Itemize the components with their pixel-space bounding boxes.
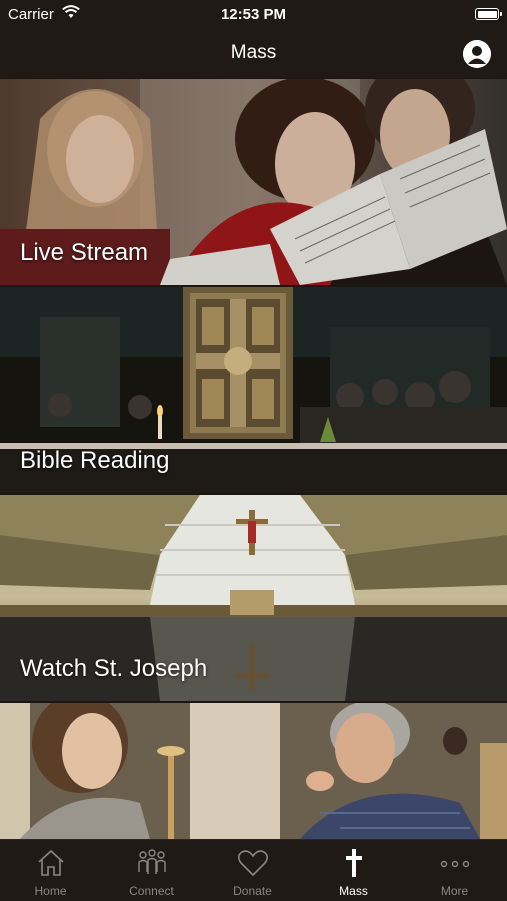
- heart-icon: [237, 850, 269, 877]
- clock: 12:53 PM: [220, 6, 287, 23]
- tab-donate[interactable]: Donate: [202, 840, 303, 901]
- tile-label: Watch St. Joseph: [20, 655, 208, 682]
- tile-live-stream[interactable]: Live Stream: [0, 79, 507, 285]
- profile-button[interactable]: [463, 40, 491, 68]
- nav-bar: Mass: [0, 30, 507, 78]
- tab-label: More: [440, 884, 469, 898]
- tile-communion[interactable]: [0, 703, 507, 839]
- tab-label: Connect: [129, 884, 174, 898]
- tab-label: Home: [34, 884, 67, 898]
- cross-icon: [346, 849, 362, 877]
- tab-more[interactable]: More: [404, 840, 505, 901]
- tile-watch-st-joseph[interactable]: Watch St. Joseph: [0, 495, 507, 701]
- battery-icon: [475, 8, 502, 20]
- status-bar: Carrier 12:53 PM: [0, 0, 507, 30]
- people-icon: [138, 849, 166, 874]
- tab-home[interactable]: Home: [0, 840, 101, 901]
- home-icon: [38, 849, 64, 876]
- tile-label: Live Stream: [20, 239, 149, 266]
- tile-label: Bible Reading: [20, 447, 170, 474]
- tile-bible-reading[interactable]: Bible Reading: [0, 287, 507, 493]
- tab-label: Donate: [233, 884, 272, 898]
- tab-label: Mass: [339, 884, 368, 898]
- tab-connect[interactable]: Connect: [101, 840, 202, 901]
- mass-menu: Live Stream Bible Reading Watch St. Jose…: [0, 79, 507, 839]
- profile-icon: [463, 40, 491, 68]
- communion-line-photo: [0, 703, 507, 839]
- tab-bar: Home Connect Donate Mass More: [0, 839, 507, 901]
- page-title: Mass: [230, 42, 277, 63]
- more-dots-icon: [440, 860, 470, 868]
- tab-mass[interactable]: Mass: [303, 840, 404, 901]
